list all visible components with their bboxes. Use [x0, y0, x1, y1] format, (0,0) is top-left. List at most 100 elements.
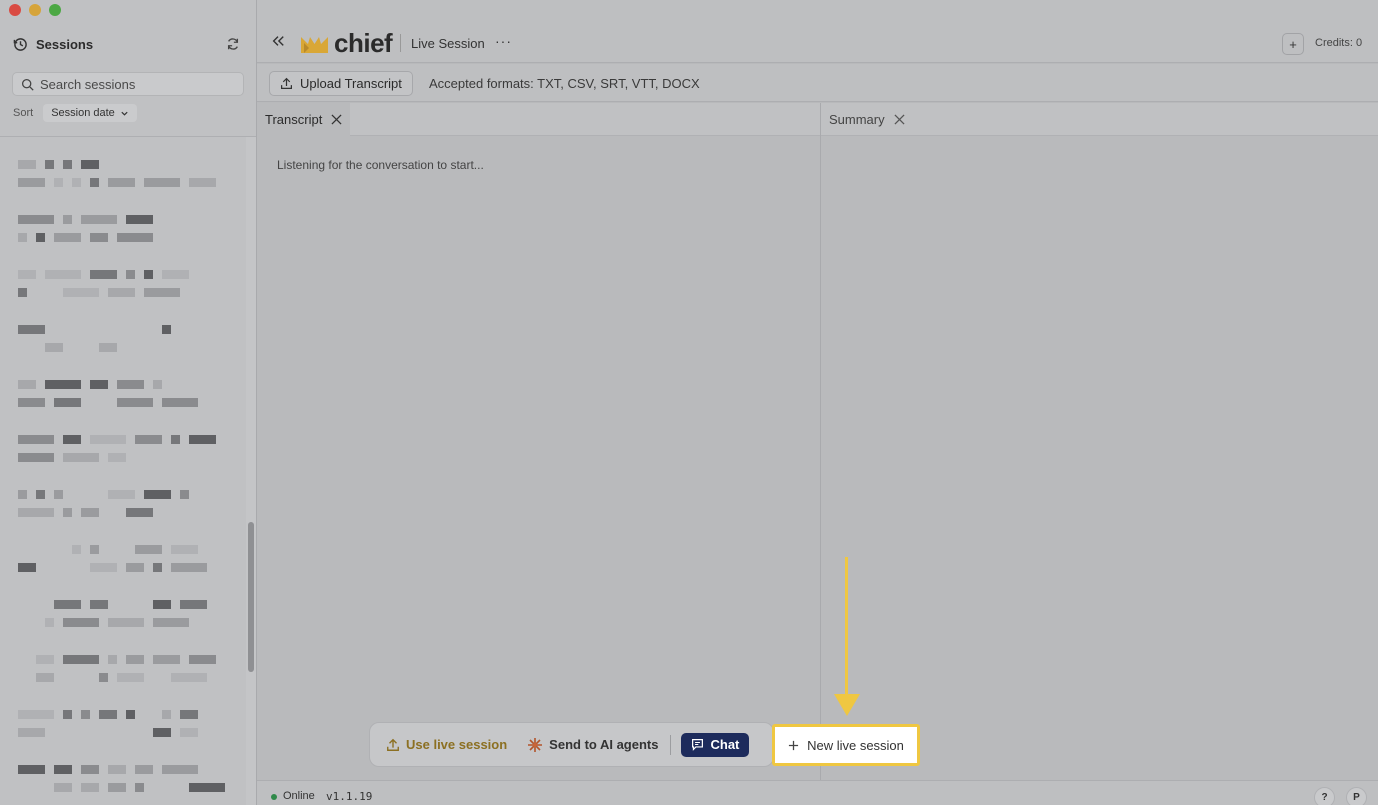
redacted-text-block: [36, 673, 54, 682]
send-to-ai-agents-button[interactable]: Send to AI agents: [527, 737, 658, 753]
session-list-item[interactable]: [18, 140, 216, 195]
redacted-text-block: [162, 765, 198, 774]
add-button[interactable]: +: [1282, 33, 1304, 55]
tab-transcript-label: Transcript: [265, 112, 323, 127]
redacted-text-block: [36, 655, 54, 664]
session-title[interactable]: Live Session: [411, 36, 485, 51]
tab-transcript[interactable]: Transcript: [257, 103, 351, 136]
redacted-text-block: [36, 490, 45, 499]
redacted-text-block: [189, 178, 216, 187]
listening-status: Listening for the conversation to start.…: [277, 158, 484, 172]
use-live-label: Use live session: [406, 737, 508, 752]
chat-icon: [692, 739, 704, 751]
session-list-item[interactable]: [18, 525, 207, 580]
redacted-text-block: [54, 765, 72, 774]
online-indicator: [271, 794, 277, 800]
redacted-text-block: [135, 435, 162, 444]
close-icon[interactable]: [331, 114, 342, 125]
search-input[interactable]: [40, 76, 220, 92]
more-options-icon[interactable]: ···: [495, 33, 512, 49]
redacted-text-block: [99, 673, 108, 682]
sidebar-scrollbar-thumb[interactable]: [248, 522, 254, 672]
credits-display: Credits: 0: [1315, 37, 1363, 49]
zoom-window-button[interactable]: [49, 4, 61, 16]
redacted-text-block: [18, 233, 27, 242]
help-button[interactable]: ?: [1314, 787, 1335, 805]
action-bar: Use live session Send to AI agents Chat: [369, 722, 774, 767]
session-list-item[interactable]: [18, 635, 216, 690]
minimize-window-button[interactable]: [29, 4, 41, 16]
tab-summary[interactable]: Summary: [821, 103, 913, 136]
close-icon[interactable]: [894, 114, 905, 125]
redacted-text-block: [18, 765, 45, 774]
annotation-arrow-shaft: [845, 557, 848, 697]
header-separator: [400, 34, 401, 52]
session-list-item[interactable]: [18, 305, 198, 360]
session-list-item[interactable]: [18, 415, 216, 470]
session-list-item[interactable]: [18, 745, 225, 800]
redacted-text-block: [171, 563, 207, 572]
redacted-text-block: [18, 398, 45, 407]
redacted-text-block: [18, 435, 54, 444]
session-list-item[interactable]: [18, 195, 198, 250]
redacted-text-block: [135, 783, 144, 792]
redacted-text-block: [18, 563, 36, 572]
new-live-label: New live session: [807, 737, 904, 753]
sidebar-scrollbar-track: [246, 137, 256, 805]
redacted-text-block: [153, 380, 162, 389]
redacted-text-block: [63, 618, 99, 627]
redacted-text-block: [45, 343, 63, 352]
top-bar: chief Live Session ··· + Credits: 0: [257, 0, 1378, 63]
sidebar-header: Sessions: [13, 34, 240, 54]
session-list-item[interactable]: [18, 360, 198, 415]
redacted-text-block: [18, 453, 54, 462]
redacted-text-block: [189, 655, 216, 664]
session-list-item[interactable]: [18, 580, 207, 635]
transcript-tabstrip: Transcript: [257, 103, 820, 136]
redacted-text-block: [162, 325, 171, 334]
redacted-text-block: [54, 398, 81, 407]
redacted-text-block: [180, 490, 189, 499]
redacted-text-block: [81, 765, 99, 774]
redacted-text-block: [126, 215, 153, 224]
crown-icon: [301, 36, 328, 53]
redacted-text-block: [18, 325, 45, 334]
redacted-text-block: [81, 710, 90, 719]
redacted-text-block: [90, 178, 99, 187]
annotation-arrow-head: [834, 694, 860, 716]
redacted-text-block: [54, 178, 63, 187]
redacted-text-block: [18, 710, 54, 719]
redacted-text-block: [18, 270, 36, 279]
upload-transcript-button[interactable]: Upload Transcript: [269, 71, 413, 96]
redacted-text-block: [135, 545, 162, 554]
redacted-text-block: [18, 215, 54, 224]
redacted-text-block: [153, 563, 162, 572]
collapse-sidebar-icon[interactable]: [271, 34, 285, 48]
upload-label: Upload Transcript: [300, 76, 402, 91]
session-list-item[interactable]: [18, 470, 198, 525]
redacted-text-block: [189, 435, 216, 444]
chat-button[interactable]: Chat: [681, 732, 750, 757]
redacted-text-block: [144, 178, 180, 187]
redacted-text-block: [18, 508, 54, 517]
redacted-text-block: [54, 783, 72, 792]
redacted-text-block: [126, 270, 135, 279]
profile-button[interactable]: P: [1346, 787, 1367, 805]
redacted-text-block: [45, 160, 54, 169]
redacted-text-block: [144, 270, 153, 279]
session-list-item[interactable]: [18, 690, 198, 745]
new-live-session-button[interactable]: New live session: [772, 724, 920, 766]
redacted-text-block: [162, 270, 189, 279]
refresh-icon[interactable]: [226, 37, 240, 51]
search-box[interactable]: [12, 72, 244, 96]
redacted-text-block: [153, 600, 171, 609]
redacted-text-block: [117, 673, 144, 682]
use-live-session-button[interactable]: Use live session: [386, 737, 507, 752]
redacted-text-block: [108, 765, 126, 774]
close-window-button[interactable]: [9, 4, 21, 16]
summary-panel: Summary: [821, 103, 1378, 780]
redacted-text-block: [153, 728, 171, 737]
redacted-text-block: [18, 728, 45, 737]
sort-dropdown[interactable]: Session date: [43, 104, 137, 122]
session-list-item[interactable]: [18, 250, 198, 305]
